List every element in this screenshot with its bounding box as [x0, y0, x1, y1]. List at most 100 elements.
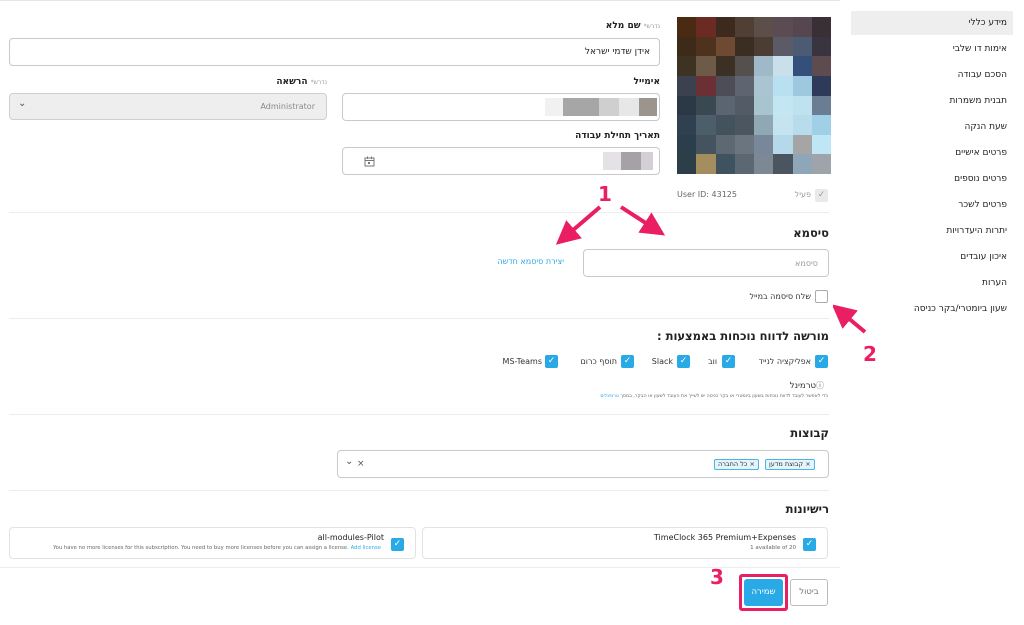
photo-pixel — [734, 56, 754, 76]
divider — [9, 212, 829, 213]
tag-remove-icon[interactable]: × — [805, 460, 810, 468]
photo-pixel — [696, 115, 716, 135]
sidebar-item-payroll-details[interactable]: פרטים לשכר — [851, 193, 1013, 217]
photo-pixel — [696, 95, 716, 116]
full-name-input[interactable]: אידן שדמי ישראל — [9, 38, 660, 66]
photo-pixel — [754, 154, 774, 174]
photo-pixel — [696, 56, 716, 76]
sidebar-item-label: שעון ביומטרי/בקר כניסה — [913, 304, 1007, 314]
photo-pixel — [811, 154, 831, 174]
sidebar-item-label: פרטים נוספים — [954, 174, 1007, 184]
sidebar-item-label: שעת הנקה — [964, 122, 1007, 132]
send-password-email-label: שלח סיסמה במייל — [749, 292, 811, 301]
sidebar-item-absence-balances[interactable]: יתרות היעדרויות — [851, 219, 1013, 243]
photo-pixel — [811, 134, 831, 155]
full-name-label: נדרש* שם מלא — [606, 21, 660, 31]
clear-icon[interactable]: × — [357, 459, 365, 469]
photo-pixel — [773, 36, 793, 57]
create-password-link[interactable]: יצירת סיסמא חדשה — [497, 257, 564, 266]
photo-pixel — [677, 134, 697, 155]
add-license-link[interactable]: Add license — [351, 545, 381, 551]
terminal-label: טרמינל — [789, 381, 816, 391]
email-redacted — [639, 98, 657, 116]
sidebar-item-two-factor[interactable]: אימות דו שלבי — [851, 37, 1013, 61]
cancel-button[interactable]: ביטול — [790, 579, 828, 606]
sidebar-item-label: פרטים לשכר — [958, 200, 1007, 210]
photo-pixel — [811, 75, 831, 96]
photo-pixel — [677, 95, 697, 116]
option-slack-checkbox[interactable]: ✓ — [677, 355, 690, 368]
sidebar-item-shift-template[interactable]: תבנית משמרות — [851, 89, 1013, 113]
photo-pixel — [715, 115, 735, 135]
photo-pixel — [734, 134, 754, 155]
attendance-section-title: : מורשה לדווח נוכחות באמצעות — [656, 329, 829, 343]
chevron-down-icon[interactable]: ⌄ — [345, 456, 353, 467]
photo-pixel — [715, 154, 735, 174]
option-chrome-checkbox[interactable]: ✓ — [621, 355, 634, 368]
send-password-email-checkbox[interactable] — [815, 290, 828, 303]
sidebar-item-label: הסכם עבודה — [957, 70, 1007, 80]
license-name: TimeClock 365 Premium+Expenses — [653, 533, 796, 542]
sidebar-item-nursing-hour[interactable]: שעת הנקה — [851, 115, 1013, 139]
license-checkbox[interactable]: ✓ — [391, 538, 404, 551]
sidebar-item-personal-details[interactable]: פרטים אישיים — [851, 141, 1013, 165]
calendar-icon[interactable] — [364, 156, 375, 167]
check-icon: ✓ — [547, 356, 556, 366]
active-checkbox[interactable]: ✓ — [815, 189, 828, 202]
permission-label: נדרש* הרשאה — [276, 77, 327, 87]
photo-pixel — [792, 17, 812, 37]
permission-select[interactable]: Administrator ⌄ — [9, 93, 327, 120]
photo-pixel — [811, 115, 831, 135]
photo-pixel — [677, 36, 697, 57]
sidebar-item-biometric-clock[interactable]: שעון ביומטרי/בקר כניסה — [851, 297, 1013, 321]
sidebar-item-label: תבנית משמרות — [949, 96, 1007, 106]
sidebar-item-label: מידע כללי — [968, 18, 1007, 28]
photo-pixel — [792, 75, 812, 96]
email-redacted — [599, 98, 619, 116]
option-teams-label: MS-Teams — [502, 357, 542, 366]
sidebar-item-additional-details[interactable]: פרטים נוספים — [851, 167, 1013, 191]
photo-pixel — [734, 75, 754, 96]
photo-pixel — [754, 95, 774, 116]
option-teams-checkbox[interactable]: ✓ — [545, 355, 558, 368]
license-checkbox[interactable]: ✓ — [803, 538, 816, 551]
save-button[interactable]: שמירה — [744, 579, 783, 606]
full-name-label-text: שם מלא — [605, 21, 641, 31]
photo-pixel — [792, 95, 812, 116]
option-mobile-checkbox[interactable]: ✓ — [815, 355, 828, 368]
sidebar-item-employee-location[interactable]: איכון עובדים — [851, 245, 1013, 269]
info-icon[interactable]: ⓘ — [816, 381, 824, 390]
photo-pixel — [792, 134, 812, 155]
sidebar-item-work-agreement[interactable]: הסכם עבודה — [851, 63, 1013, 87]
photo-pixel — [811, 95, 831, 116]
photo-pixel — [715, 95, 735, 116]
check-icon: ✓ — [817, 356, 826, 366]
photo-pixel — [792, 36, 812, 57]
photo-pixel — [734, 115, 754, 135]
license-detail-text: You have no more licenses for this subsc… — [53, 545, 349, 551]
sidebar-item-label: איכון עובדים — [960, 252, 1007, 262]
password-input[interactable]: סיסמא — [583, 249, 829, 277]
photo-pixel — [773, 154, 793, 174]
divider — [9, 414, 829, 415]
start-date-input[interactable] — [342, 147, 660, 175]
password-section-title: סיסמא — [793, 226, 829, 240]
license-name: all-modules-Pilot — [317, 533, 384, 542]
email-input[interactable] — [342, 93, 660, 121]
profile-photo[interactable] — [677, 17, 831, 174]
check-icon: ✓ — [817, 190, 826, 200]
tag-remove-icon[interactable]: × — [749, 460, 754, 468]
option-web-checkbox[interactable]: ✓ — [722, 355, 735, 368]
permission-label-text: הרשאה — [276, 77, 308, 87]
check-icon: ✓ — [805, 539, 814, 549]
photo-pixel — [811, 36, 831, 57]
divider — [9, 318, 829, 319]
photo-pixel — [773, 17, 793, 37]
annotation-number-2: 2 — [863, 342, 877, 366]
sidebar-item-general[interactable]: מידע כללי — [851, 11, 1013, 35]
sidebar-item-notes[interactable]: הערות — [851, 271, 1013, 295]
photo-pixel — [715, 17, 735, 37]
terminals-link[interactable]: טרמינלים — [600, 394, 619, 399]
start-date-label: תאריך תחילת עבודה — [575, 131, 660, 141]
annotation-number-3: 3 — [710, 565, 724, 589]
